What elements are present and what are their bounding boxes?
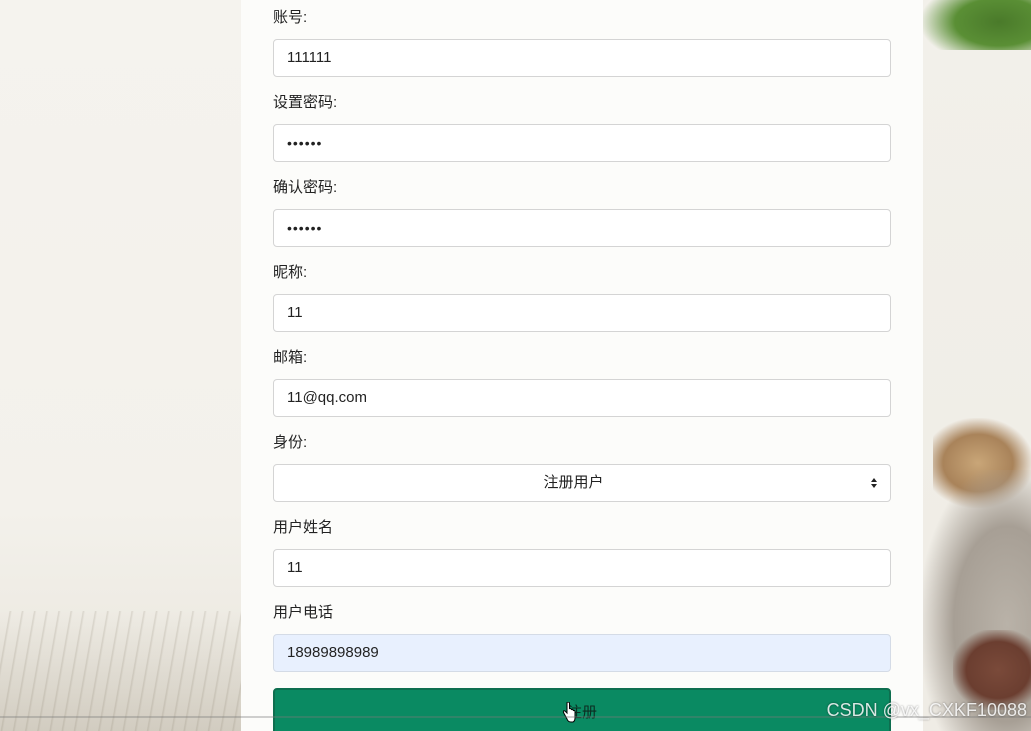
register-button[interactable]: 注册 xyxy=(273,688,891,731)
user-phone-label: 用户电话 xyxy=(273,604,334,621)
account-label: 账号: xyxy=(273,9,308,26)
registration-page: 账号: 111111 设置密码: •••••• 确认密码: •••••• 昵称:… xyxy=(0,0,1031,731)
role-select[interactable]: 注册用户 xyxy=(273,464,891,502)
user-phone-group: 用户电话 18989898989 xyxy=(273,602,891,672)
background-left xyxy=(0,0,241,731)
email-label: 邮箱: xyxy=(273,349,308,366)
confirm-password-group: 确认密码: •••••• xyxy=(273,177,891,247)
confirm-password-input[interactable]: •••••• xyxy=(273,209,891,247)
role-label: 身份: xyxy=(273,434,308,451)
user-name-group: 用户姓名 11 xyxy=(273,517,891,587)
email-input[interactable]: 11@qq.com xyxy=(273,379,891,417)
user-phone-input[interactable]: 18989898989 xyxy=(273,634,891,672)
role-select-value: 注册用户 xyxy=(543,474,604,491)
grass-decoration xyxy=(0,611,241,731)
account-group: 账号: 111111 xyxy=(273,7,891,77)
set-password-group: 设置密码: •••••• xyxy=(273,92,891,162)
role-group: 身份: 注册用户 xyxy=(273,432,891,502)
confirm-password-label: 确认密码: xyxy=(273,179,338,196)
watermark: CSDN @vx_CXKF10088 xyxy=(826,700,1027,720)
select-arrows-icon xyxy=(871,478,877,488)
account-input[interactable]: 111111 xyxy=(273,39,891,77)
email-group: 邮箱: 11@qq.com xyxy=(273,347,891,417)
tree-decoration xyxy=(923,0,1031,50)
hand-cursor-icon xyxy=(562,702,576,723)
user-name-label: 用户姓名 xyxy=(273,519,334,536)
nickname-group: 昵称: 11 xyxy=(273,262,891,332)
nickname-label: 昵称: xyxy=(273,264,308,281)
nickname-input[interactable]: 11 xyxy=(273,294,891,332)
set-password-label: 设置密码: xyxy=(273,94,338,111)
set-password-input[interactable]: •••••• xyxy=(273,124,891,162)
hippo-head-decoration xyxy=(953,630,1031,710)
user-name-input[interactable]: 11 xyxy=(273,549,891,587)
background-right xyxy=(923,0,1031,731)
